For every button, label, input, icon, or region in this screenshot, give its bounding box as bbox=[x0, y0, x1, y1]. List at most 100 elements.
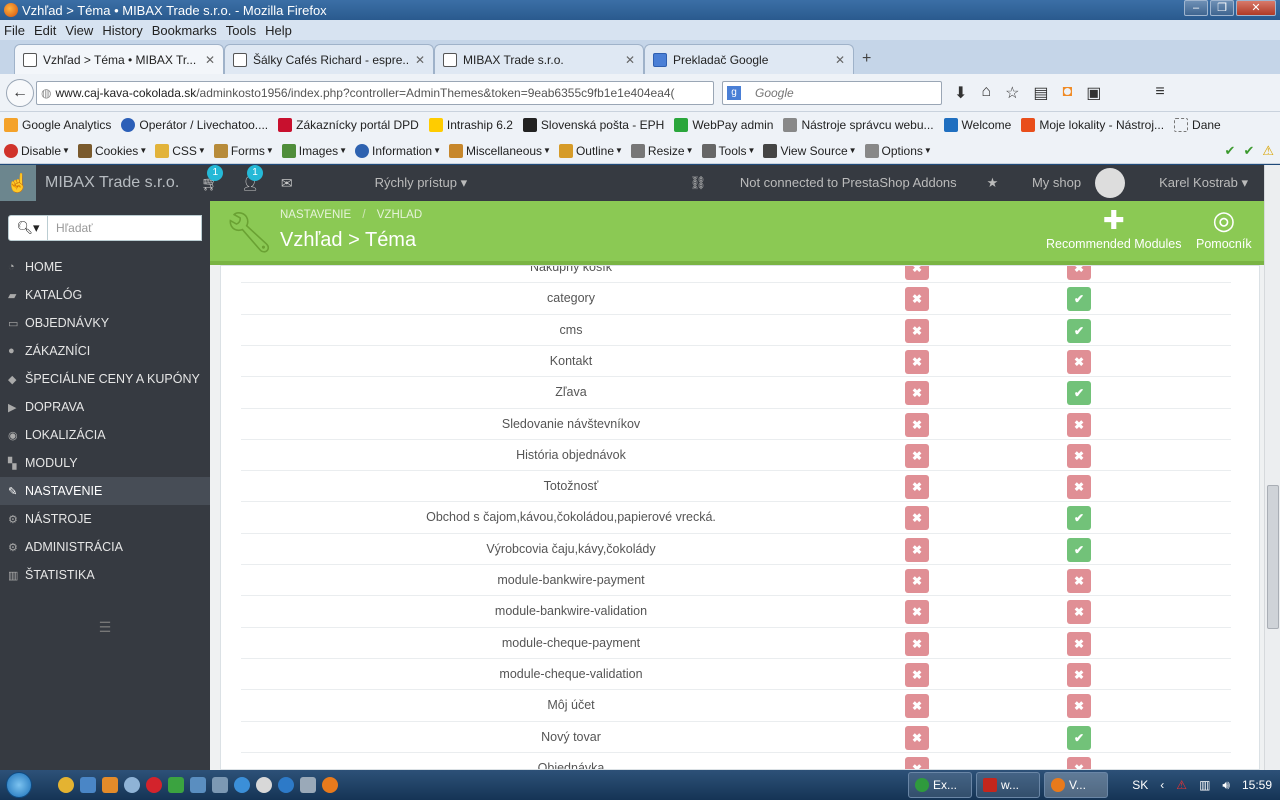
dev-css-menu[interactable]: CSS ▼ bbox=[155, 143, 206, 158]
bookmark-item[interactable]: Moje lokality - Nástroj... bbox=[1021, 118, 1164, 132]
close-tab-icon[interactable]: ✕ bbox=[205, 53, 215, 67]
disabled-cross-icon[interactable]: ✖ bbox=[905, 537, 929, 562]
clock[interactable]: 15:59 bbox=[1242, 778, 1272, 792]
enabled-check-icon[interactable]: ✔ bbox=[1067, 506, 1091, 531]
volume-icon[interactable]: 🔊︎ bbox=[1222, 778, 1230, 793]
sidebar-item-shipping[interactable]: ▶ DOPRAVA bbox=[0, 393, 210, 421]
scrollbar-thumb[interactable] bbox=[1267, 485, 1279, 629]
disabled-cross-icon[interactable]: ✖ bbox=[1067, 600, 1091, 625]
disabled-cross-icon[interactable]: ✖ bbox=[905, 506, 929, 531]
collapse-sidebar-icon[interactable]: ☰ bbox=[0, 619, 210, 636]
sidebar-item-advanced[interactable]: ⚙ NÁSTROJE bbox=[0, 505, 210, 533]
disabled-cross-icon[interactable]: ✖ bbox=[905, 475, 929, 500]
enabled-check-icon[interactable]: ✔ bbox=[1067, 725, 1091, 750]
disabled-cross-icon[interactable]: ✖ bbox=[1067, 662, 1091, 687]
disabled-cross-icon[interactable]: ✖ bbox=[905, 694, 929, 719]
disabled-cross-icon[interactable]: ✖ bbox=[905, 349, 929, 374]
taskbar-task[interactable]: w... bbox=[976, 772, 1040, 798]
menu-history[interactable]: History bbox=[102, 23, 142, 38]
app-icon[interactable] bbox=[124, 777, 140, 793]
app-icon[interactable] bbox=[190, 777, 206, 793]
disabled-cross-icon[interactable]: ✖ bbox=[905, 756, 929, 769]
taskbar-task[interactable]: Ex... bbox=[908, 772, 972, 798]
disabled-cross-icon[interactable]: ✖ bbox=[1067, 412, 1091, 437]
internet-explorer-icon[interactable] bbox=[234, 777, 250, 793]
messages-notification[interactable]: ✉ bbox=[281, 175, 293, 192]
menu-file[interactable]: File bbox=[4, 23, 25, 38]
rss-icon[interactable]: ◘ bbox=[1063, 83, 1073, 103]
orders-notification[interactable]: 🛒︎ 1 bbox=[201, 165, 224, 192]
disabled-cross-icon[interactable]: ✖ bbox=[1067, 266, 1091, 280]
menu-tools[interactable]: Tools bbox=[226, 23, 256, 38]
addons-link[interactable]: ⛓ Not connected to PrestaShop Addons bbox=[690, 175, 957, 191]
desktop-icon[interactable] bbox=[80, 777, 96, 793]
bookmark-item[interactable]: WebPay admin bbox=[674, 118, 773, 132]
bookmark-item[interactable]: Zákaznícky portál DPD bbox=[278, 118, 419, 132]
disabled-cross-icon[interactable]: ✖ bbox=[905, 725, 929, 750]
app-icon[interactable] bbox=[300, 777, 316, 793]
maximize-button[interactable]: ❐ bbox=[1210, 0, 1234, 16]
disabled-cross-icon[interactable]: ✖ bbox=[905, 381, 929, 406]
home-icon[interactable]: ⌂ bbox=[981, 83, 991, 103]
bookmark-star-icon[interactable]: ☆ bbox=[1005, 83, 1019, 103]
disabled-cross-icon[interactable]: ✖ bbox=[1067, 756, 1091, 769]
disabled-cross-icon[interactable]: ✖ bbox=[905, 287, 929, 312]
network-icon[interactable]: ▥ bbox=[1199, 778, 1210, 792]
bookmarks-list-icon[interactable]: ▤ bbox=[1033, 83, 1048, 103]
firefox-icon[interactable] bbox=[322, 777, 338, 793]
bookmark-item[interactable]: Intraship 6.2 bbox=[428, 118, 513, 132]
disabled-cross-icon[interactable]: ✖ bbox=[905, 600, 929, 625]
dev-information-menu[interactable]: Information ▼ bbox=[355, 143, 441, 158]
my-shop-link[interactable]: ★ My shop bbox=[987, 175, 1081, 191]
dev-cookies-menu[interactable]: Cookies ▼ bbox=[77, 143, 147, 158]
opera-icon[interactable] bbox=[146, 777, 162, 793]
menu-help[interactable]: Help bbox=[265, 23, 292, 38]
breadcrumb-item[interactable]: VZHLAD bbox=[377, 209, 422, 221]
start-button[interactable] bbox=[0, 770, 38, 800]
check-icon[interactable]: ✔ bbox=[1225, 143, 1236, 159]
disabled-cross-icon[interactable]: ✖ bbox=[1067, 349, 1091, 374]
extension-icon[interactable]: ▣ bbox=[1086, 83, 1101, 103]
google-engine-icon[interactable]: g bbox=[727, 85, 741, 100]
back-button[interactable]: ← bbox=[6, 78, 34, 107]
search-box[interactable]: g Google bbox=[722, 80, 942, 105]
sidebar-item-localization[interactable]: ◉ LOKALIZÁCIA bbox=[0, 421, 210, 449]
app-icon[interactable] bbox=[278, 777, 294, 793]
disabled-cross-icon[interactable]: ✖ bbox=[1067, 475, 1091, 500]
browser-tab[interactable]: Vzhľad > Téma • MIBAX Tr... ✕ bbox=[14, 44, 224, 74]
menu-edit[interactable]: Edit bbox=[34, 23, 56, 38]
language-indicator[interactable]: SK bbox=[1132, 778, 1148, 792]
dev-disable-menu[interactable]: Disable ▼ bbox=[4, 143, 70, 158]
sidebar-item-customers[interactable]: ● ZÁKAZNÍCI bbox=[0, 337, 210, 365]
dev-miscellaneous-menu[interactable]: Miscellaneous ▼ bbox=[449, 143, 551, 158]
disabled-cross-icon[interactable]: ✖ bbox=[1067, 694, 1091, 719]
warning-icon[interactable]: ⚠ bbox=[1262, 143, 1274, 159]
enabled-check-icon[interactable]: ✔ bbox=[1067, 318, 1091, 343]
sidebar-item-administration[interactable]: ⚙ ADMINISTRÁCIA bbox=[0, 533, 210, 561]
shop-name[interactable]: MIBAX Trade s.r.o. bbox=[45, 174, 179, 192]
disabled-cross-icon[interactable]: ✖ bbox=[905, 662, 929, 687]
disabled-cross-icon[interactable]: ✖ bbox=[905, 266, 929, 280]
dev-view-source-menu[interactable]: View Source ▼ bbox=[763, 143, 857, 158]
dev-resize-menu[interactable]: Resize ▼ bbox=[630, 143, 694, 158]
close-tab-icon[interactable]: ✕ bbox=[415, 53, 425, 67]
recommended-modules-button[interactable]: ✚ Recommended Modules bbox=[1046, 205, 1182, 251]
sidebar-item-modules[interactable]: ▚ MODULY bbox=[0, 449, 210, 477]
close-tab-icon[interactable]: ✕ bbox=[625, 53, 635, 67]
browser-tab[interactable]: MIBAX Trade s.r.o. ✕ bbox=[434, 44, 644, 74]
prestashop-logo-icon[interactable]: ☝ bbox=[0, 165, 36, 201]
employee-menu[interactable]: Karel Kostrab ▾ bbox=[1129, 175, 1248, 191]
search-input[interactable]: Hľadať bbox=[48, 215, 202, 241]
enabled-check-icon[interactable]: ✔ bbox=[1067, 287, 1091, 312]
close-window-button[interactable]: ✕ bbox=[1236, 0, 1276, 16]
browser-tab[interactable]: Šálky Cafés Richard - espre... ✕ bbox=[224, 44, 434, 74]
browser-tab[interactable]: Prekladač Google ✕ bbox=[644, 44, 854, 74]
disabled-cross-icon[interactable]: ✖ bbox=[905, 443, 929, 468]
taskbar-task[interactable]: V... bbox=[1044, 772, 1108, 798]
customers-notification[interactable]: 👤︎ 1 bbox=[241, 165, 264, 192]
dev-tools-menu[interactable]: Tools ▼ bbox=[701, 143, 755, 158]
download-icon[interactable]: ⬇ bbox=[954, 83, 967, 103]
new-tab-button[interactable]: + bbox=[862, 50, 871, 68]
close-tab-icon[interactable]: ✕ bbox=[835, 53, 845, 67]
disabled-cross-icon[interactable]: ✖ bbox=[905, 412, 929, 437]
